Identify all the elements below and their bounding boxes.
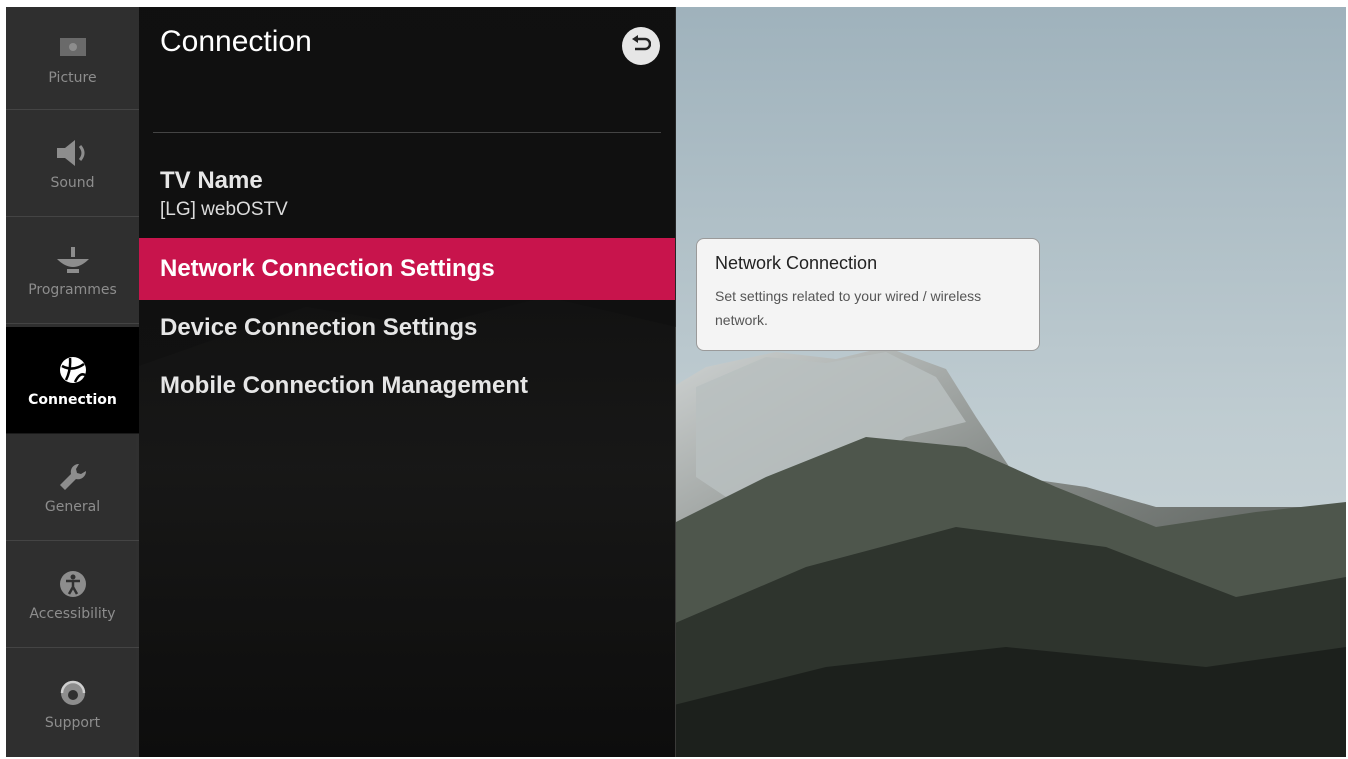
- menu-item-device-connection-settings[interactable]: Device Connection Settings: [139, 300, 675, 356]
- sidebar-item-general[interactable]: General: [6, 434, 139, 541]
- menu-item-label: TV Name: [160, 167, 263, 194]
- back-button[interactable]: [622, 27, 660, 65]
- sidebar-item-accessibility[interactable]: Accessibility: [6, 541, 139, 648]
- sidebar-item-label: Sound: [50, 175, 95, 191]
- antenna-icon: [53, 242, 93, 278]
- connection-menu-panel: Connection TV Name [LG] webOSTV Network …: [139, 7, 675, 757]
- menu-item-label: Device Connection Settings: [160, 314, 478, 341]
- speaker-icon: [53, 135, 93, 171]
- help-tooltip: Network Connection Set settings related …: [696, 238, 1040, 351]
- divider: [153, 132, 661, 133]
- sidebar-item-label: Programmes: [28, 282, 117, 298]
- picture-icon: [53, 30, 93, 66]
- category-sidebar: Picture Sound Programmes Connection Gene…: [6, 7, 139, 757]
- accessibility-icon: [53, 566, 93, 602]
- sidebar-item-label: Accessibility: [29, 606, 116, 622]
- sidebar-item-label: General: [44, 499, 101, 515]
- menu-item-tv-name[interactable]: TV Name [LG] webOSTV: [139, 167, 675, 239]
- tv-screen: Picture Sound Programmes Connection Gene…: [6, 7, 1346, 757]
- tooltip-title: Network Connection: [715, 253, 878, 273]
- sidebar-item-sound[interactable]: Sound: [6, 110, 139, 217]
- menu-item-label: Mobile Connection Management: [160, 372, 529, 399]
- sidebar-item-label: Connection: [28, 392, 117, 408]
- sidebar-item-programmes[interactable]: Programmes: [6, 217, 139, 324]
- globe-icon: [53, 352, 93, 388]
- sidebar-item-connection[interactable]: Connection: [6, 327, 139, 434]
- sidebar-item-label: Support: [44, 714, 101, 731]
- wrench-icon: [53, 459, 93, 495]
- page-title: Connection: [160, 25, 312, 58]
- menu-item-mobile-connection-management[interactable]: Mobile Connection Management: [139, 358, 675, 414]
- sidebar-item-support[interactable]: Support: [6, 648, 139, 757]
- sidebar-item-picture[interactable]: Picture: [6, 7, 139, 110]
- menu-item-value: [LG] webOSTV: [160, 199, 288, 220]
- back-arrow-icon: [631, 35, 652, 57]
- menu-item-label: Network Connection Settings: [160, 255, 495, 282]
- menu-item-network-connection-settings[interactable]: Network Connection Settings: [139, 238, 675, 300]
- sidebar-item-label: Picture: [48, 70, 97, 86]
- tooltip-body: Set settings related to your wired / wir…: [715, 288, 982, 328]
- support-icon: [53, 675, 93, 711]
